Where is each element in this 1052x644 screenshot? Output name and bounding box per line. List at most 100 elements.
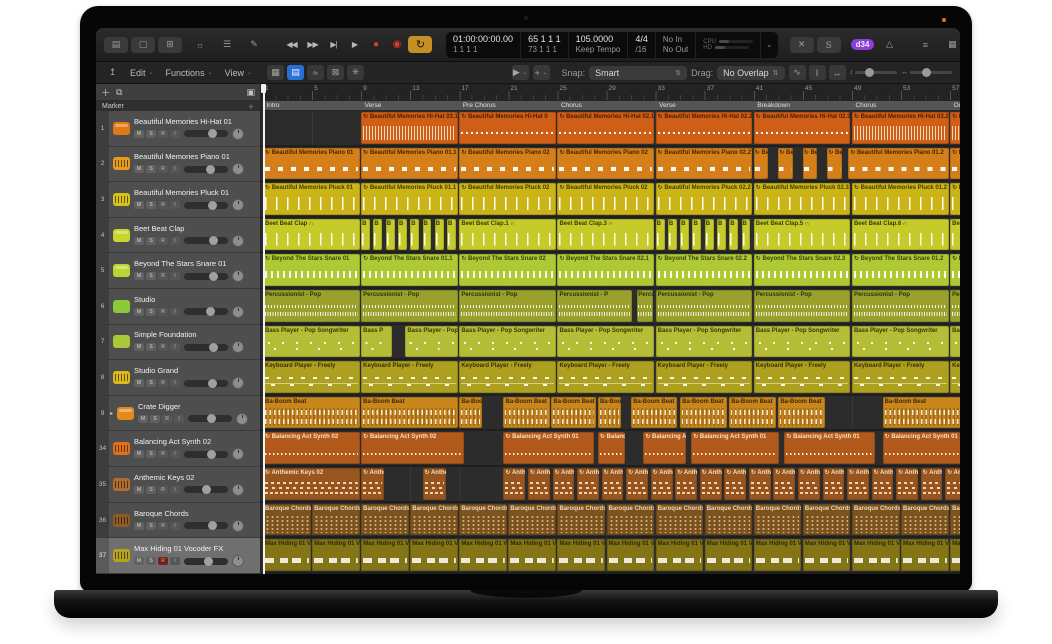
region[interactable]: ↻ Be (778, 148, 792, 180)
pointer-tool-selector[interactable]: ▶ ⌄ (512, 65, 529, 80)
region[interactable]: ↻ Beautiful Memories Pluck 02 (459, 183, 556, 215)
region[interactable]: ↻ Beautiful Memories Hi-Hat 0 (459, 112, 556, 144)
region[interactable]: ↻ Beautiful Memories Hi-Hat 03.1 (361, 112, 458, 144)
input-monitor-button[interactable]: I (170, 165, 180, 173)
region[interactable]: Percussionist - Pop (656, 290, 753, 322)
region[interactable]: ↻ Anthe (361, 468, 384, 500)
region[interactable]: Keyboard Player - Freely (754, 361, 851, 393)
quick-help-toggle-icon[interactable]: ⊞ (158, 37, 182, 53)
region[interactable]: Ba-Boom Beat (503, 397, 549, 429)
track-header-7[interactable]: 7Simple FoundationMSRI (96, 325, 260, 361)
input-monitor-button[interactable]: I (170, 450, 180, 458)
duplicate-track-button[interactable]: ⧉ (116, 87, 122, 98)
pan-knob[interactable] (236, 413, 248, 425)
lcd-dropdown-chevron-icon[interactable]: ⌄ (761, 40, 778, 49)
volume-knob[interactable] (207, 414, 216, 423)
region[interactable]: B (423, 219, 432, 251)
marker-intro[interactable]: Intro (264, 101, 363, 110)
region[interactable]: Beet Be ∩ (950, 219, 960, 251)
record-enable-button[interactable]: R (158, 308, 168, 316)
solo-button[interactable]: S (146, 522, 156, 530)
track-header-37[interactable]: 37Max Hiding 01 Vocoder FXMSRI (96, 538, 260, 574)
region[interactable]: Beet Beat Clap ∩ (263, 219, 360, 251)
volume-slider[interactable] (184, 130, 228, 137)
region[interactable]: ↻ Beautiful Memories Piano 02.2 (656, 148, 753, 180)
region[interactable]: ↻ Anthe (921, 468, 943, 500)
marker-verse[interactable]: Verse (362, 101, 461, 110)
region[interactable]: ↻ Anthe (798, 468, 820, 500)
region[interactable]: Beet Beat Clap.1 ∩ (459, 219, 556, 251)
playhead[interactable] (263, 84, 265, 574)
region[interactable]: Beet Beat Clap.5 ∩ (754, 219, 851, 251)
add-marker-button[interactable]: ＋ (248, 102, 254, 111)
region[interactable]: Percussionist - P (557, 290, 632, 322)
region[interactable]: Max Hiding 01 V (803, 539, 851, 571)
solo-button[interactable]: S (146, 308, 156, 316)
menu-view[interactable]: View⌄ (220, 66, 257, 80)
region[interactable]: ↻ Beautiful Memories Hi-Hat 02.2 (656, 112, 753, 144)
mute-button[interactable]: M (134, 557, 144, 565)
region[interactable]: ↻ Anthemic Keys 02 (263, 468, 360, 500)
vertical-auto-zoom-icon[interactable]: I (809, 65, 826, 80)
drag-select[interactable]: No Overlap⇅ (717, 66, 784, 80)
region[interactable]: ↻ Beautiful Memories Hi-Hat 02.3 (754, 112, 851, 144)
collapse-zoom-icon[interactable]: ↔ (829, 65, 846, 80)
rewind-button[interactable]: ◀◀ (282, 36, 301, 53)
region[interactable]: Max Hiding 01 V (705, 539, 753, 571)
region[interactable]: ↻ Balancing Act Synth 01 (784, 432, 875, 464)
mute-button[interactable]: M (134, 450, 144, 458)
play-button[interactable]: ▶ (345, 36, 364, 53)
region[interactable]: Max Hid (950, 539, 960, 571)
pan-knob[interactable] (232, 163, 244, 175)
region[interactable]: Baroque Chords (459, 504, 507, 536)
crossfade-button[interactable]: ⊠ (327, 65, 344, 80)
record-enable-button[interactable]: R (158, 450, 168, 458)
region[interactable]: Baroque Chords (361, 504, 409, 536)
region[interactable]: Keyboard Player - Freely (557, 361, 654, 393)
region[interactable]: Ba-Boom Beat (361, 397, 458, 429)
record-button[interactable]: ● (366, 36, 385, 53)
volume-knob[interactable] (209, 343, 218, 352)
region[interactable]: ↻ Beautiful Memories Hi-Hat 03.2 (852, 112, 949, 144)
region[interactable]: B (668, 219, 677, 251)
track-header-5[interactable]: 5Beyond The Stars Snare 01MSRI (96, 253, 260, 289)
region[interactable]: Baroque Chords (607, 504, 655, 536)
region[interactable]: ↻ Be (827, 148, 841, 180)
region[interactable]: Max Hiding 01 V (754, 539, 802, 571)
region[interactable]: ↻ Beyond The Stars Snare 02.1 (557, 254, 654, 286)
mute-button[interactable]: M (134, 272, 144, 280)
region[interactable]: Baroque Chords (803, 504, 851, 536)
inspector-toggle-icon[interactable]: ▢ (131, 37, 155, 53)
region[interactable]: Baroque Chords (901, 504, 949, 536)
input-monitor-button[interactable]: I (170, 379, 180, 387)
mixer-icon[interactable]: ☰ (215, 37, 239, 53)
volume-slider[interactable] (184, 380, 228, 387)
track-header-34[interactable]: 34Balancing Act Synth 02MSRI (96, 431, 260, 467)
region[interactable]: Baroque Chords (410, 504, 458, 536)
pan-knob[interactable] (232, 128, 244, 140)
region[interactable]: Ba-Boom Beat (729, 397, 775, 429)
region[interactable]: Bass Player - Pop Songwriter (656, 326, 753, 358)
volume-knob[interactable] (206, 165, 215, 174)
region[interactable]: ↻ Beyond The Stars Snare 02 (459, 254, 556, 286)
region[interactable]: Baroque Chords (754, 504, 802, 536)
pan-knob[interactable] (232, 448, 244, 460)
mute-button[interactable]: M (134, 165, 144, 173)
region[interactable]: Max Hiding 01 V (459, 539, 507, 571)
solo-button[interactable]: S (146, 379, 156, 387)
bar-ruler[interactable]: 159131721252933374145495357 (261, 84, 960, 101)
input-monitor-button[interactable]: I (170, 557, 180, 565)
region[interactable]: ↻ Anthe (700, 468, 722, 500)
region[interactable]: Baroq (950, 504, 960, 536)
pan-knob[interactable] (232, 341, 244, 353)
region[interactable]: Max Hiding 01 V (852, 539, 900, 571)
solo-button[interactable]: S (150, 415, 160, 423)
solo-button[interactable]: S (146, 557, 156, 565)
region[interactable]: Ba-Boom Beat (631, 397, 677, 429)
flex-button[interactable]: ✳ (347, 65, 364, 80)
grid-button[interactable]: ▦ (267, 65, 284, 80)
smart-controls-icon[interactable]: ☼ (188, 37, 212, 53)
record-enable-button[interactable]: R (158, 165, 168, 173)
go-to-end-button[interactable]: ▶| (324, 36, 343, 53)
volume-slider[interactable] (184, 273, 228, 280)
